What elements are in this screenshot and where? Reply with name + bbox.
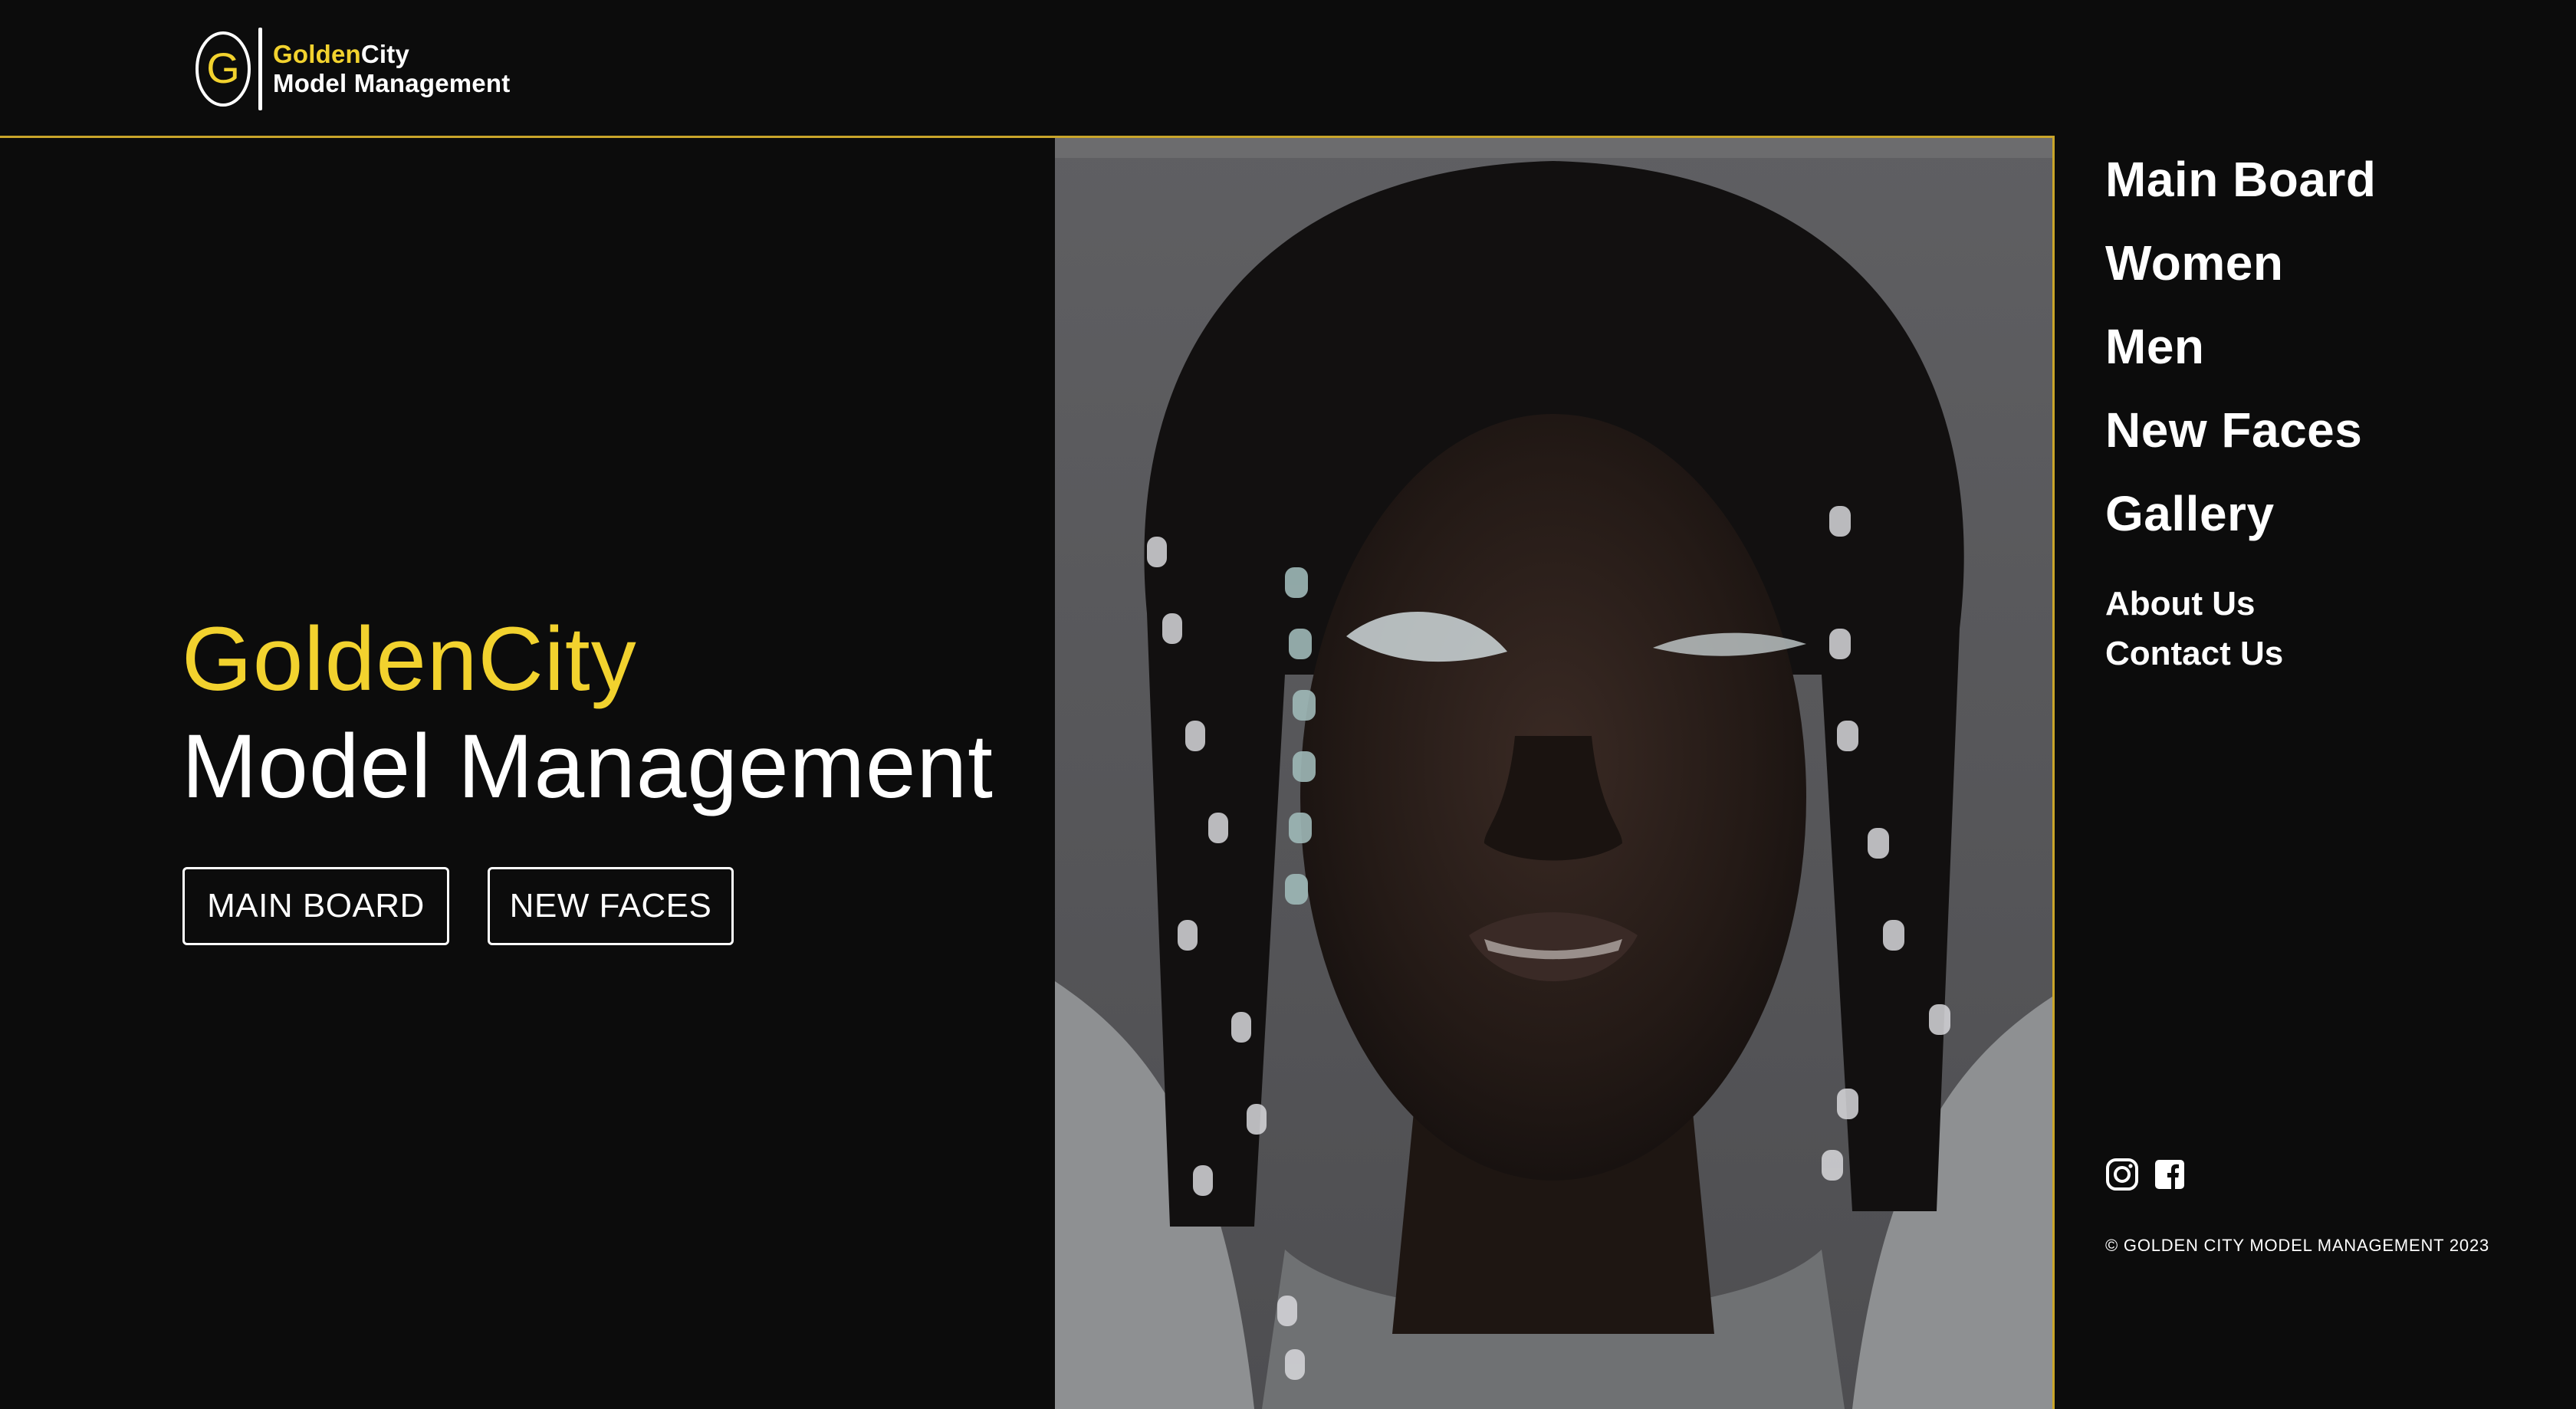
new-faces-button[interactable]: NEW FACES <box>488 867 734 945</box>
page: G GoldenCity Model Management GoldenCity… <box>0 0 2576 1409</box>
logo-g-icon: G <box>196 31 251 107</box>
hero-title-brand: GoldenCity <box>182 609 637 710</box>
facebook-link[interactable] <box>2153 1158 2187 1191</box>
main-board-button[interactable]: MAIN BOARD <box>182 867 449 945</box>
frame-right-line <box>2052 136 2055 1409</box>
nav-item-gallery[interactable]: Gallery <box>2105 472 2376 556</box>
nav-item-main-board[interactable]: Main Board <box>2105 138 2376 222</box>
nav-item-about-us[interactable]: About Us <box>2105 579 2376 629</box>
logo-name: GoldenCity <box>273 40 510 69</box>
logo-text: GoldenCity Model Management <box>273 40 510 98</box>
nav-item-contact-us[interactable]: Contact Us <box>2105 629 2376 678</box>
logo-subtitle: Model Management <box>273 69 511 97</box>
logo-divider <box>258 28 262 110</box>
hero-portrait-image <box>1055 138 2052 1409</box>
nav-item-new-faces[interactable]: New Faces <box>2105 389 2376 472</box>
hero-title: GoldenCity Model Management <box>182 606 994 820</box>
nav-main-list: Main Board Women Men New Faces Gallery <box>2105 138 2376 556</box>
hero-title-subtitle: Model Management <box>182 716 994 817</box>
copyright-text: © GOLDEN CITY MODEL MANAGEMENT 2023 <box>2105 1236 2490 1255</box>
logo-letter: G <box>206 44 240 92</box>
logo-name-gold: Golden <box>273 40 361 68</box>
brand-logo[interactable]: G GoldenCity Model Management <box>194 28 510 110</box>
site-navigation: Main Board Women Men New Faces Gallery A… <box>2105 138 2376 678</box>
social-links <box>2105 1158 2187 1191</box>
logo-name-white: City <box>360 40 410 68</box>
nav-item-women[interactable]: Women <box>2105 222 2376 305</box>
nav-item-men[interactable]: Men <box>2105 305 2376 389</box>
facebook-icon <box>2155 1160 2184 1189</box>
instagram-icon <box>2106 1158 2138 1191</box>
portrait-illustration <box>1055 138 2052 1409</box>
nav-secondary-list: About Us Contact Us <box>2105 579 2376 678</box>
instagram-link[interactable] <box>2105 1158 2139 1191</box>
